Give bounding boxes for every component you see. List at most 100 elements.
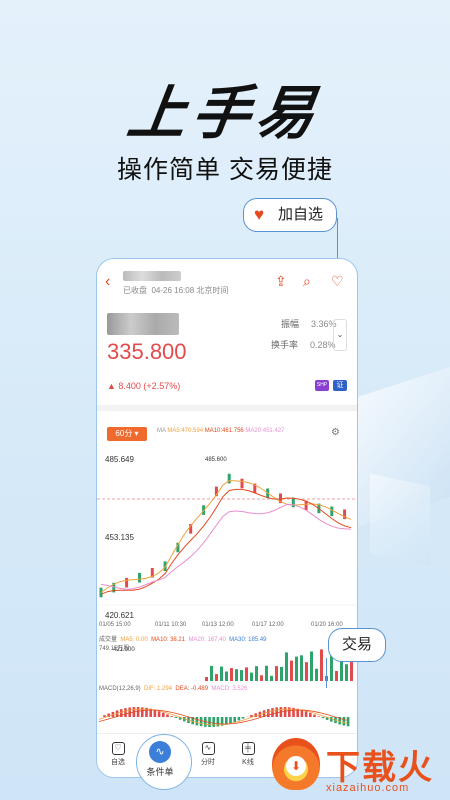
price-change: ▲ 8.400 (+2.57%): [107, 381, 181, 391]
volume-bar: [285, 652, 288, 681]
volume-total: 749.15万股: [99, 646, 130, 652]
macd-bar: [300, 709, 304, 717]
macd-bar: [166, 714, 169, 717]
macd-bar: [342, 717, 346, 726]
volume-bar: [265, 665, 268, 681]
x-tick-1: 01/05 15:00: [99, 622, 131, 628]
volume-bar: [245, 667, 248, 681]
macd-bar: [157, 711, 161, 717]
stock-code-blurred: [107, 313, 179, 335]
favorite-heart-icon[interactable]: ♡: [331, 273, 344, 290]
period-selector[interactable]: 60分 ▾: [107, 427, 147, 441]
x-tick-3: 01/13 12:00: [202, 622, 234, 628]
phone-screen: ‹ 已收盘 04-26 16:08 北京时间 ⇪ ⌕ ♡ 335.800 振幅 3…: [96, 258, 358, 778]
macd-bar: [321, 717, 325, 719]
tab-kline[interactable]: ╪ K线: [233, 742, 263, 767]
stock-header: ‹ 已收盘 04-26 16:08 北京时间 ⇪ ⌕ ♡: [97, 269, 357, 297]
section-divider: [97, 405, 357, 411]
macd-bar: [170, 716, 173, 717]
heart-outline-icon: ♡: [111, 742, 125, 755]
candle: [240, 478, 244, 489]
expand-details-button[interactable]: ⌄: [333, 319, 347, 351]
flame-logo-icon: ⬇: [272, 738, 320, 790]
volume-bar: [240, 670, 243, 681]
candle: [227, 473, 231, 484]
hero-subtitle: 操作简单 交易便捷: [117, 156, 333, 184]
macd-bar: [233, 717, 236, 722]
macd-bar: [199, 717, 203, 727]
macd-bar: [162, 712, 165, 717]
macd-bar: [225, 717, 228, 725]
macd-bar: [313, 714, 316, 717]
x-tick-4: 01/17 12:00: [252, 622, 284, 628]
volume-bar: [305, 662, 308, 681]
macd-bar: [271, 708, 274, 717]
volume-bar: [345, 664, 348, 681]
volume-bar: [275, 666, 278, 681]
macd-bar: [128, 707, 131, 717]
tn-badge[interactable]: 证: [333, 380, 347, 391]
amplitude-row: 振幅 3.36%: [281, 319, 337, 329]
volume-bar: [220, 666, 223, 681]
y-tick-mid: 453.135: [105, 533, 134, 542]
volume-bar: [260, 675, 263, 681]
callout-trade-connector: [326, 658, 327, 688]
volume-bar: [300, 655, 303, 681]
volume-bar: [235, 669, 238, 681]
candle: [330, 506, 334, 517]
stock-name-blurred: [123, 271, 181, 281]
macd-bar: [267, 709, 270, 717]
candle: [291, 497, 295, 508]
macd-bar: [283, 707, 287, 717]
market-status: 已收盘 04-26 16:08 北京时间: [123, 286, 229, 295]
macd-bar: [174, 717, 178, 718]
callout-trade: 交易: [328, 628, 386, 662]
download-icon: ⬇: [286, 756, 306, 776]
tab-condition-order[interactable]: ∿ 条件单: [136, 734, 192, 790]
macd-bar: [136, 707, 140, 717]
heart-icon: ♥: [254, 205, 265, 224]
tab-watchlist[interactable]: ♡ 自选: [103, 742, 133, 767]
search-icon[interactable]: ⌕: [303, 273, 311, 290]
volume-bar: [320, 649, 323, 681]
volume-legend: 成交量 MA5: 0.00 MA10: 38.21 MA20: 167.40 M…: [99, 637, 267, 643]
candle: [138, 572, 141, 583]
candle: [125, 577, 129, 588]
tab-timeshare[interactable]: ∿ 分时: [193, 742, 223, 767]
volume-bar: [205, 677, 208, 681]
ma-legend: MA MA5:470.594 MA10:461.756 MA20:451.427: [157, 428, 285, 434]
macd-bar: [153, 709, 157, 717]
current-price: 335.800: [107, 339, 187, 364]
candlestick-icon: ╪: [241, 742, 255, 755]
shp-badge[interactable]: SHP: [315, 380, 329, 391]
macd-bar: [124, 708, 127, 717]
chart-settings-icon[interactable]: ⚙: [331, 427, 340, 438]
watermark-logo: ⬇ 下载火 xiazaihuo.com: [262, 738, 450, 800]
candle: [99, 587, 103, 598]
macd-bar: [275, 707, 278, 717]
volume-bar: [215, 674, 218, 681]
back-arrow-icon[interactable]: ‹: [105, 273, 110, 291]
y-tick-low: 420.621: [105, 611, 134, 620]
callout-favorite-label: 加自选: [278, 206, 324, 223]
macd-bar: [304, 711, 308, 717]
callout-favorite: ♥ 加自选: [243, 198, 337, 232]
volume-bar: [295, 656, 298, 681]
x-tick-2: 01/11 10:30: [155, 622, 187, 628]
logo-url: xiazaihuo.com: [326, 782, 410, 794]
volume-bar: [230, 668, 233, 681]
hero-title: 上手易: [123, 81, 325, 146]
volume-bar: [310, 651, 313, 681]
line-chart-icon: ∿: [201, 742, 215, 755]
x-tick-5: 01/20 16:00: [311, 622, 343, 628]
macd-bar: [309, 712, 312, 717]
volume-bar: [290, 660, 293, 681]
volume-bar: [255, 666, 258, 681]
volume-bar: [250, 672, 253, 681]
volume-bar: [315, 668, 318, 681]
share-icon[interactable]: ⇪: [275, 273, 287, 290]
volume-bar: [270, 675, 273, 681]
y-tick-high: 485.649: [105, 455, 134, 464]
macd-bar: [229, 717, 232, 724]
macd-bar: [212, 717, 215, 727]
